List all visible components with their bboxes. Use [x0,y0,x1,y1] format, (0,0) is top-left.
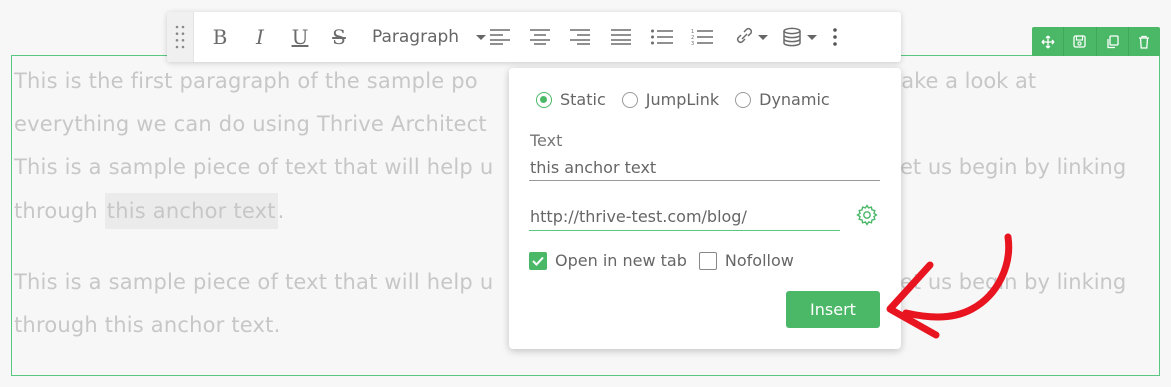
align-justify-icon [611,29,631,45]
link-icon [736,27,752,44]
radio-static-indicator [536,91,552,108]
paragraph-3-line-2: through this anchor text. [14,313,281,337]
align-left-button[interactable] [486,12,514,62]
radio-dynamic-label: Dynamic [759,90,830,109]
svg-text:3: 3 [691,41,694,46]
paragraph-1-line-1-tail: take a look at [893,69,1037,93]
chevron-down-icon [476,34,486,40]
duplicate-icon [1106,34,1119,48]
numbered-list-button[interactable]: 123 [676,12,728,62]
link-popup: Static JumpLink Dynamic Text Open in new… [509,68,901,349]
radio-jumplink-label: JumpLink [645,90,720,109]
checkmark-icon [532,256,544,266]
insert-button[interactable]: Insert [786,291,880,328]
delete-icon [1139,35,1150,49]
radio-jumplink[interactable]: JumpLink [621,90,720,109]
paragraph-1-line-2: everything we can do using Thrive Archit… [14,112,487,136]
gear-icon [856,204,878,226]
paragraph-2-suffix: . [277,199,285,223]
align-right-icon [570,29,590,45]
bullet-list-icon [651,29,673,45]
strikethrough-icon: S [332,25,346,49]
radio-dynamic-indicator [735,91,752,108]
align-left-icon [490,29,510,45]
bold-icon: B [212,25,228,49]
radio-static[interactable]: Static [536,90,606,109]
link-options: Open in new tab Nofollow [529,251,806,270]
duplicate-button[interactable] [1097,27,1129,56]
toolbar-drag-handle[interactable] [167,12,194,62]
more-vertical-icon [833,28,837,46]
underline-button[interactable]: U [274,12,326,62]
italic-button[interactable]: I [246,12,274,62]
paragraph-3-line-1: This is a sample piece of text that will… [14,270,494,294]
save-button[interactable] [1064,27,1097,56]
database-icon [782,27,801,47]
selected-anchor-text[interactable]: this anchor text [104,193,278,229]
open-new-tab-box [529,251,547,270]
element-action-bar [1032,27,1160,56]
paragraph-2-line-2: through this anchor text. [14,190,285,233]
database-chevron-down-icon [806,34,817,40]
strikethrough-button[interactable]: S [326,12,352,62]
anchor-text-field[interactable] [529,154,880,181]
align-right-button[interactable] [566,12,594,62]
move-icon [1041,35,1055,48]
delete-button[interactable] [1129,27,1160,56]
dynamic-data-button[interactable] [772,12,826,62]
paragraph-2-line-1-tail: et us begin by linking [900,155,1127,179]
link-settings-button[interactable] [856,204,878,226]
underline-icon: U [291,25,309,49]
paragraph-format-label: Paragraph [372,27,460,47]
nofollow-label: Nofollow [724,251,794,270]
text-field-label: Text [530,131,563,150]
nofollow-box [698,251,717,270]
paragraph-1-line-1: This is the first paragraph of the sampl… [14,69,478,93]
nofollow-checkbox[interactable]: Nofollow [698,251,794,270]
red-arrow-annotation [886,233,1013,339]
open-new-tab-label: Open in new tab [555,251,687,270]
align-center-icon [530,29,550,45]
radio-jumplink-indicator [621,91,638,108]
link-chevron-down-icon [757,34,768,40]
formatting-toolbar: B I U S Paragraph 123 [167,12,901,62]
radio-dynamic[interactable]: Dynamic [735,90,830,109]
numbered-list-icon: 123 [691,29,713,46]
move-button[interactable] [1032,27,1065,56]
italic-icon: I [256,25,264,49]
bold-button[interactable]: B [194,12,246,62]
link-type-radio-group: Static JumpLink Dynamic [536,90,846,109]
paragraph-format-dropdown[interactable]: Paragraph [352,12,486,62]
align-center-button[interactable] [514,12,566,62]
url-field[interactable] [529,203,840,231]
link-button[interactable] [728,12,772,62]
open-new-tab-checkbox[interactable]: Open in new tab [529,251,687,270]
more-options-button[interactable] [826,12,844,62]
paragraph-2-line-1: This is a sample piece of text that will… [14,155,494,179]
align-justify-button[interactable] [594,12,648,62]
paragraph-2-prefix: through [14,199,105,223]
radio-static-label: Static [560,90,606,109]
save-icon [1073,35,1087,48]
drag-handle-icon [175,25,185,49]
bullet-list-button[interactable] [648,12,676,62]
